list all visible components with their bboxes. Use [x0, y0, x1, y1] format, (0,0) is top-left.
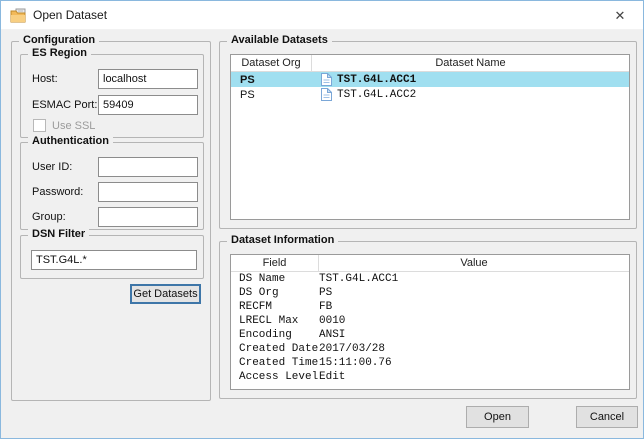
available-datasets-header: Dataset Org Dataset Name	[231, 55, 629, 72]
info-field: RECFM	[231, 301, 319, 313]
dataset-row-2[interactable]: PS TST.G4L.ACC2	[231, 87, 629, 102]
cancel-button[interactable]: Cancel	[576, 406, 638, 428]
host-input[interactable]	[98, 69, 198, 89]
info-value: ANSI	[319, 329, 345, 341]
dataset-row-1[interactable]: PS TST.G4L.ACC1	[231, 72, 629, 87]
info-value: PS	[319, 287, 332, 299]
authentication-group: Authentication User ID: Password: Group:	[20, 142, 204, 230]
user-id-input[interactable]	[98, 157, 198, 177]
get-datasets-button[interactable]: Get Datasets	[130, 284, 201, 304]
info-value: 15:11:00.76	[319, 357, 392, 369]
dsn-filter-group-title: DSN Filter	[28, 228, 89, 240]
group-input[interactable]	[98, 207, 198, 227]
authentication-group-title: Authentication	[28, 135, 113, 147]
use-ssl-checkbox[interactable]	[33, 119, 46, 132]
info-value: TST.G4L.ACC1	[319, 273, 398, 285]
info-row-ds-name[interactable]: DS Name TST.G4L.ACC1	[231, 272, 629, 286]
esmac-port-label: ESMAC Port:	[32, 99, 97, 111]
dataset-information-group-title: Dataset Information	[227, 234, 338, 246]
info-row-recfm[interactable]: RECFM FB	[231, 300, 629, 314]
esmac-port-input[interactable]	[98, 95, 198, 115]
configuration-group-title: Configuration	[19, 34, 99, 46]
es-region-group: ES Region Host: ESMAC Port: Use SSL	[20, 54, 204, 138]
use-ssl-label: Use SSL	[52, 120, 95, 132]
dataset-information-group: Dataset Information Field Value DS Name …	[219, 241, 637, 399]
configuration-group: Configuration ES Region Host: ESMAC Port…	[11, 41, 211, 401]
info-field: DS Name	[231, 273, 319, 285]
info-field: Access Level	[231, 371, 319, 383]
open-dataset-dialog: Open Dataset ✕ Configuration ES Region H…	[0, 0, 644, 439]
info-value: 2017/03/28	[319, 343, 385, 355]
info-row-created-time[interactable]: Created Time 15:11:00.76	[231, 356, 629, 370]
column-header-value[interactable]: Value	[319, 255, 629, 271]
info-field: Created Date	[231, 343, 319, 355]
info-row-access-level[interactable]: Access Level Edit	[231, 370, 629, 384]
info-row-encoding[interactable]: Encoding ANSI	[231, 328, 629, 342]
dataset-information-header: Field Value	[231, 255, 629, 272]
info-row-ds-org[interactable]: DS Org PS	[231, 286, 629, 300]
info-value: Edit	[319, 371, 345, 383]
window-title: Open Dataset	[33, 1, 107, 30]
column-header-dataset-org[interactable]: Dataset Org	[231, 55, 312, 71]
dataset-name: TST.G4L.ACC2	[337, 89, 416, 101]
open-button[interactable]: Open	[466, 406, 529, 428]
info-value: FB	[319, 301, 332, 313]
info-row-created-date[interactable]: Created Date 2017/03/28	[231, 342, 629, 356]
info-field: LRECL Max	[231, 315, 319, 327]
available-datasets-group-title: Available Datasets	[227, 34, 332, 46]
password-input[interactable]	[98, 182, 198, 202]
group-label: Group:	[32, 211, 66, 223]
dataset-name: TST.G4L.ACC1	[337, 74, 416, 86]
available-datasets-table: Dataset Org Dataset Name PS TST.G4L.ACC1…	[230, 54, 630, 220]
available-datasets-group: Available Datasets Dataset Org Dataset N…	[219, 41, 637, 229]
info-row-lrecl-max[interactable]: LRECL Max 0010	[231, 314, 629, 328]
close-icon: ✕	[615, 8, 626, 24]
dataset-org: PS	[231, 74, 312, 86]
file-icon	[321, 88, 332, 101]
column-header-field[interactable]: Field	[231, 255, 319, 271]
file-icon	[321, 73, 332, 86]
dataset-information-table: Field Value DS Name TST.G4L.ACC1 DS Org …	[230, 254, 630, 390]
host-label: Host:	[32, 73, 58, 85]
info-field: Created Time	[231, 357, 319, 369]
user-id-label: User ID:	[32, 161, 72, 173]
password-label: Password:	[32, 186, 83, 198]
info-field: DS Org	[231, 287, 319, 299]
dataset-org: PS	[231, 89, 312, 101]
es-region-group-title: ES Region	[28, 47, 91, 59]
close-button[interactable]: ✕	[597, 1, 643, 30]
dsn-filter-input[interactable]	[31, 250, 197, 270]
info-value: 0010	[319, 315, 345, 327]
titlebar: Open Dataset ✕	[1, 1, 643, 30]
info-field: Encoding	[231, 329, 319, 341]
folder-icon	[10, 7, 27, 24]
column-header-dataset-name[interactable]: Dataset Name	[312, 55, 629, 71]
dsn-filter-group: DSN Filter	[20, 235, 204, 279]
